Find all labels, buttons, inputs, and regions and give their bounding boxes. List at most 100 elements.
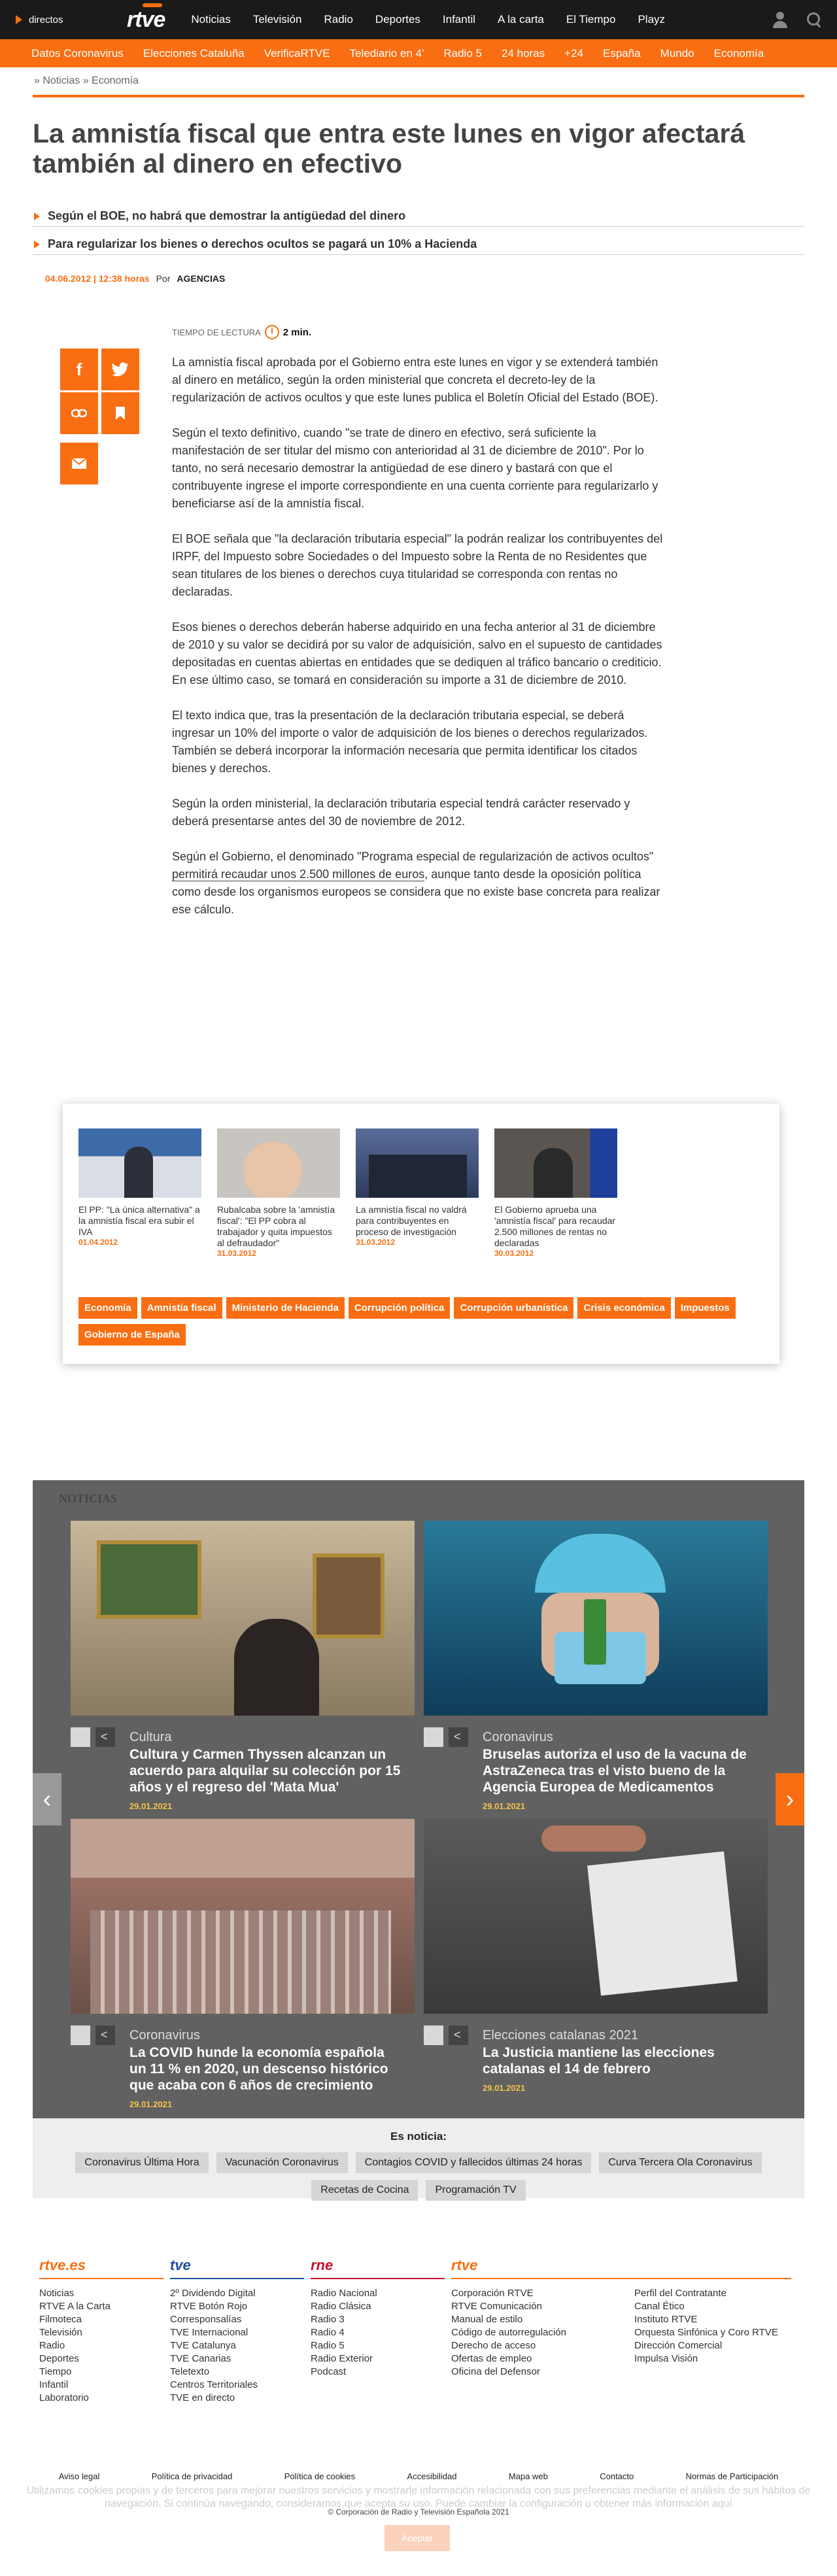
tag[interactable]: Amnistía fiscal — [141, 1297, 222, 1319]
legal-link[interactable]: Accesibilidad — [407, 2471, 457, 2481]
facebook-share-button[interactable]: f — [60, 348, 98, 390]
share-icon[interactable] — [95, 1727, 115, 1747]
footer-link[interactable]: Orquesta Sinfónica y Coro RTVE — [634, 2326, 791, 2339]
breadcrumb[interactable]: » Noticias » Economía — [33, 67, 804, 97]
subnav-item[interactable]: 24 horas — [502, 47, 545, 60]
subnav-item[interactable]: Radio 5 — [443, 47, 482, 60]
footer-link[interactable]: Código de autorregulación — [451, 2326, 615, 2339]
tag[interactable]: Impuestos — [674, 1297, 736, 1319]
subnav-item[interactable]: Elecciones Cataluña — [143, 47, 245, 60]
rne-logo[interactable]: rne — [311, 2257, 445, 2279]
nav-item-eltiempo[interactable]: El Tiempo — [566, 13, 616, 26]
nav-item-radio[interactable]: Radio — [324, 13, 353, 26]
tag[interactable]: Economía — [78, 1297, 137, 1319]
footer-link[interactable]: TVE Canarias — [170, 2352, 304, 2365]
subnav-item[interactable]: Economía — [714, 47, 764, 60]
footer-link[interactable]: Teletexto — [170, 2365, 304, 2379]
footer-link[interactable]: Oficina del Defensor — [451, 2365, 615, 2379]
footer-link[interactable]: Dirección Comercial — [634, 2339, 791, 2352]
related-item[interactable]: Rubalcaba sobre la 'amnistía fiscal': "E… — [217, 1128, 340, 1258]
footer-link[interactable]: Radio 3 — [311, 2313, 445, 2326]
news-card[interactable]: Elecciones catalanas 2021 La Justicia ma… — [424, 1819, 768, 2093]
share-icon[interactable] — [449, 1727, 468, 1747]
footer-link[interactable]: Radio 5 — [311, 2339, 445, 2352]
footer-link[interactable]: Instituto RTVE — [634, 2313, 791, 2326]
trending-chip[interactable]: Coronavirus Última Hora — [75, 2152, 209, 2173]
inline-link[interactable]: permitirá recaudar unos 2.500 millones d… — [172, 868, 425, 881]
footer-link[interactable]: Manual de estilo — [451, 2313, 615, 2326]
footer-link[interactable]: Derecho de acceso — [451, 2339, 615, 2352]
footer-link[interactable]: Laboratorio — [39, 2392, 163, 2405]
trending-chip[interactable]: Vacunación Coronavirus — [216, 2152, 348, 2173]
nav-item-television[interactable]: Televisión — [253, 13, 302, 26]
nav-item-infantil[interactable]: Infantil — [443, 13, 475, 26]
footer-link[interactable]: Podcast — [311, 2365, 445, 2379]
nav-item-deportes[interactable]: Deportes — [375, 13, 420, 26]
related-item[interactable]: El PP: "La única alternativa" a la amnis… — [78, 1128, 201, 1258]
footer-link[interactable]: RTVE A la Carta — [39, 2300, 163, 2313]
footer-link[interactable]: TVE en directo — [170, 2392, 304, 2405]
tag[interactable]: Crisis económica — [577, 1297, 671, 1319]
footer-link[interactable]: Noticias — [39, 2287, 163, 2300]
subnav-item[interactable]: Mundo — [660, 47, 694, 60]
tve-logo[interactable]: tve — [170, 2257, 304, 2279]
tag[interactable]: Corrupción urbanística — [454, 1297, 574, 1319]
search-icon[interactable] — [806, 11, 823, 28]
news-card[interactable]: Coronavirus La COVID hunde la economía e… — [71, 1819, 415, 2109]
legal-link[interactable]: Normas de Participación — [686, 2471, 779, 2481]
nav-item-noticias[interactable]: Noticias — [191, 13, 230, 26]
footer-link[interactable]: Radio Nacional — [311, 2287, 445, 2300]
footer-link[interactable]: Ofertas de empleo — [451, 2352, 615, 2365]
legal-link[interactable]: Contacto — [600, 2471, 634, 2481]
share-icon[interactable] — [95, 2025, 115, 2045]
footer-link[interactable]: Radio — [39, 2339, 163, 2352]
carousel-prev-button[interactable]: ‹ — [33, 1773, 61, 1825]
footer-link[interactable]: Tiempo — [39, 2365, 163, 2379]
footer-link[interactable]: Radio Exterior — [311, 2352, 445, 2365]
subnav-item[interactable]: España — [603, 47, 641, 60]
tag[interactable]: Corrupción política — [348, 1297, 451, 1319]
news-card[interactable]: Coronavirus Bruselas autoriza el uso de … — [424, 1521, 768, 1811]
share-icon[interactable] — [449, 2025, 468, 2045]
tag[interactable]: Gobierno de España — [78, 1324, 186, 1346]
footer-link[interactable]: Filmoteca — [39, 2313, 163, 2326]
footer-link[interactable]: RTVE Botón Rojo — [170, 2300, 304, 2313]
news-card[interactable]: Cultura Cultura y Carmen Thyssen alcanza… — [71, 1521, 415, 1811]
footer-link[interactable]: Infantil — [39, 2379, 163, 2392]
legal-link[interactable]: Política de cookies — [284, 2471, 355, 2481]
footer-link[interactable]: RTVE Comunicación — [451, 2300, 615, 2313]
subnav-item[interactable]: VerificaRTVE — [264, 47, 330, 60]
footer-link[interactable]: TVE Catalunya — [170, 2339, 304, 2352]
footer-link[interactable]: 2º Dividendo Digital — [170, 2287, 304, 2300]
legal-link[interactable]: Mapa web — [509, 2471, 548, 2481]
bookmark-button[interactable] — [101, 392, 139, 434]
footer-link[interactable]: Perfil del Contratante — [634, 2287, 791, 2300]
legal-link[interactable]: Política de privacidad — [152, 2471, 233, 2481]
subnav-item[interactable]: +24 — [564, 47, 583, 60]
trending-chip[interactable]: Recetas de Cocina — [311, 2180, 418, 2201]
rtves-logo[interactable]: rtve.es — [39, 2257, 163, 2279]
legal-link[interactable]: Aviso legal — [59, 2471, 100, 2481]
footer-link[interactable]: Deportes — [39, 2352, 163, 2365]
subnav-item[interactable]: Datos Coronavirus — [31, 47, 124, 60]
nav-item-alacarta[interactable]: A la carta — [498, 13, 544, 26]
subnav-item[interactable]: Telediario en 4' — [350, 47, 424, 60]
copy-link-button[interactable] — [60, 392, 98, 434]
twitter-share-button[interactable] — [101, 348, 139, 390]
user-icon[interactable] — [772, 11, 789, 28]
directos-link[interactable]: directos — [16, 14, 127, 25]
related-item[interactable]: La amnistía fiscal no valdrá para contri… — [356, 1128, 479, 1258]
footer-link[interactable]: Corporación RTVE — [451, 2287, 615, 2300]
trending-chip[interactable]: Curva Tercera Ola Coronavirus — [599, 2152, 762, 2173]
tag[interactable]: Ministerio de Hacienda — [226, 1297, 345, 1319]
trending-chip[interactable]: Programación TV — [426, 2180, 526, 2201]
nav-item-playz[interactable]: Playz — [638, 13, 665, 26]
email-share-button[interactable] — [60, 443, 98, 484]
rtve-logo[interactable]: rtve — [127, 3, 165, 33]
rtve-corp-logo[interactable]: rtve — [451, 2257, 791, 2279]
footer-link[interactable]: TVE Internacional — [170, 2326, 304, 2339]
footer-link[interactable]: Impulsa Visión — [634, 2352, 791, 2365]
footer-link[interactable]: Corresponsalías — [170, 2313, 304, 2326]
related-item[interactable]: El Gobierno aprueba una 'amnistía fiscal… — [494, 1128, 617, 1258]
carousel-next-button[interactable]: › — [776, 1773, 804, 1825]
